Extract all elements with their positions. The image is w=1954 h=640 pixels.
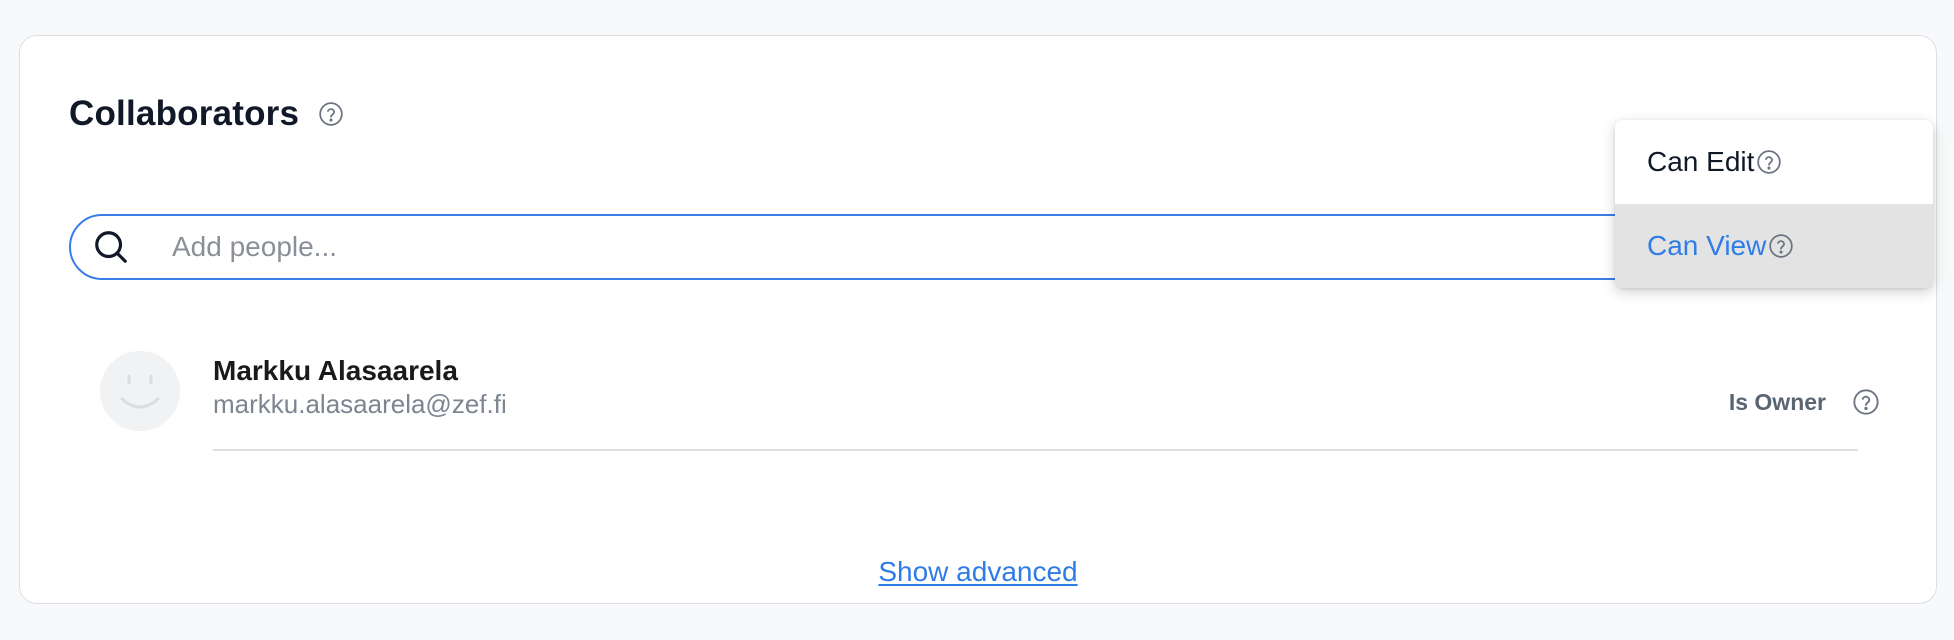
- menu-item-label: Can Edit: [1647, 146, 1755, 177]
- menu-item-can-view[interactable]: Can View: [1615, 204, 1933, 288]
- role-indicator: Is Owner: [1729, 388, 1880, 416]
- collaborator-row: Markku Alasaarela markku.alasaarela@zef.…: [100, 351, 1880, 451]
- role-label: Is Owner: [1728, 388, 1826, 415]
- menu-item-can-edit[interactable]: Can Edit: [1615, 120, 1933, 204]
- role-help-icon[interactable]: [1852, 388, 1880, 416]
- show-advanced-container: Show advanced: [20, 556, 1936, 588]
- help-icon[interactable]: [318, 101, 344, 127]
- smiley-avatar-icon: [100, 351, 180, 431]
- menu-item-label: Can View: [1647, 230, 1767, 261]
- header: Collaborators: [69, 94, 344, 134]
- add-people-input[interactable]: [172, 231, 1572, 263]
- divider: [213, 449, 1858, 451]
- help-icon[interactable]: [1768, 233, 1794, 259]
- add-people-search[interactable]: [69, 214, 1669, 280]
- show-advanced-link[interactable]: Show advanced: [878, 556, 1077, 587]
- search-icon: [92, 228, 130, 266]
- avatar: [100, 351, 180, 431]
- page-title: Collaborators: [69, 94, 300, 133]
- collaborator-name: Markku Alasaarela: [213, 355, 458, 386]
- collaborator-email: markku.alasaarela@zef.fi: [213, 389, 507, 419]
- permission-dropdown-menu: Can Edit Can View: [1615, 120, 1933, 288]
- help-icon[interactable]: [1756, 149, 1782, 175]
